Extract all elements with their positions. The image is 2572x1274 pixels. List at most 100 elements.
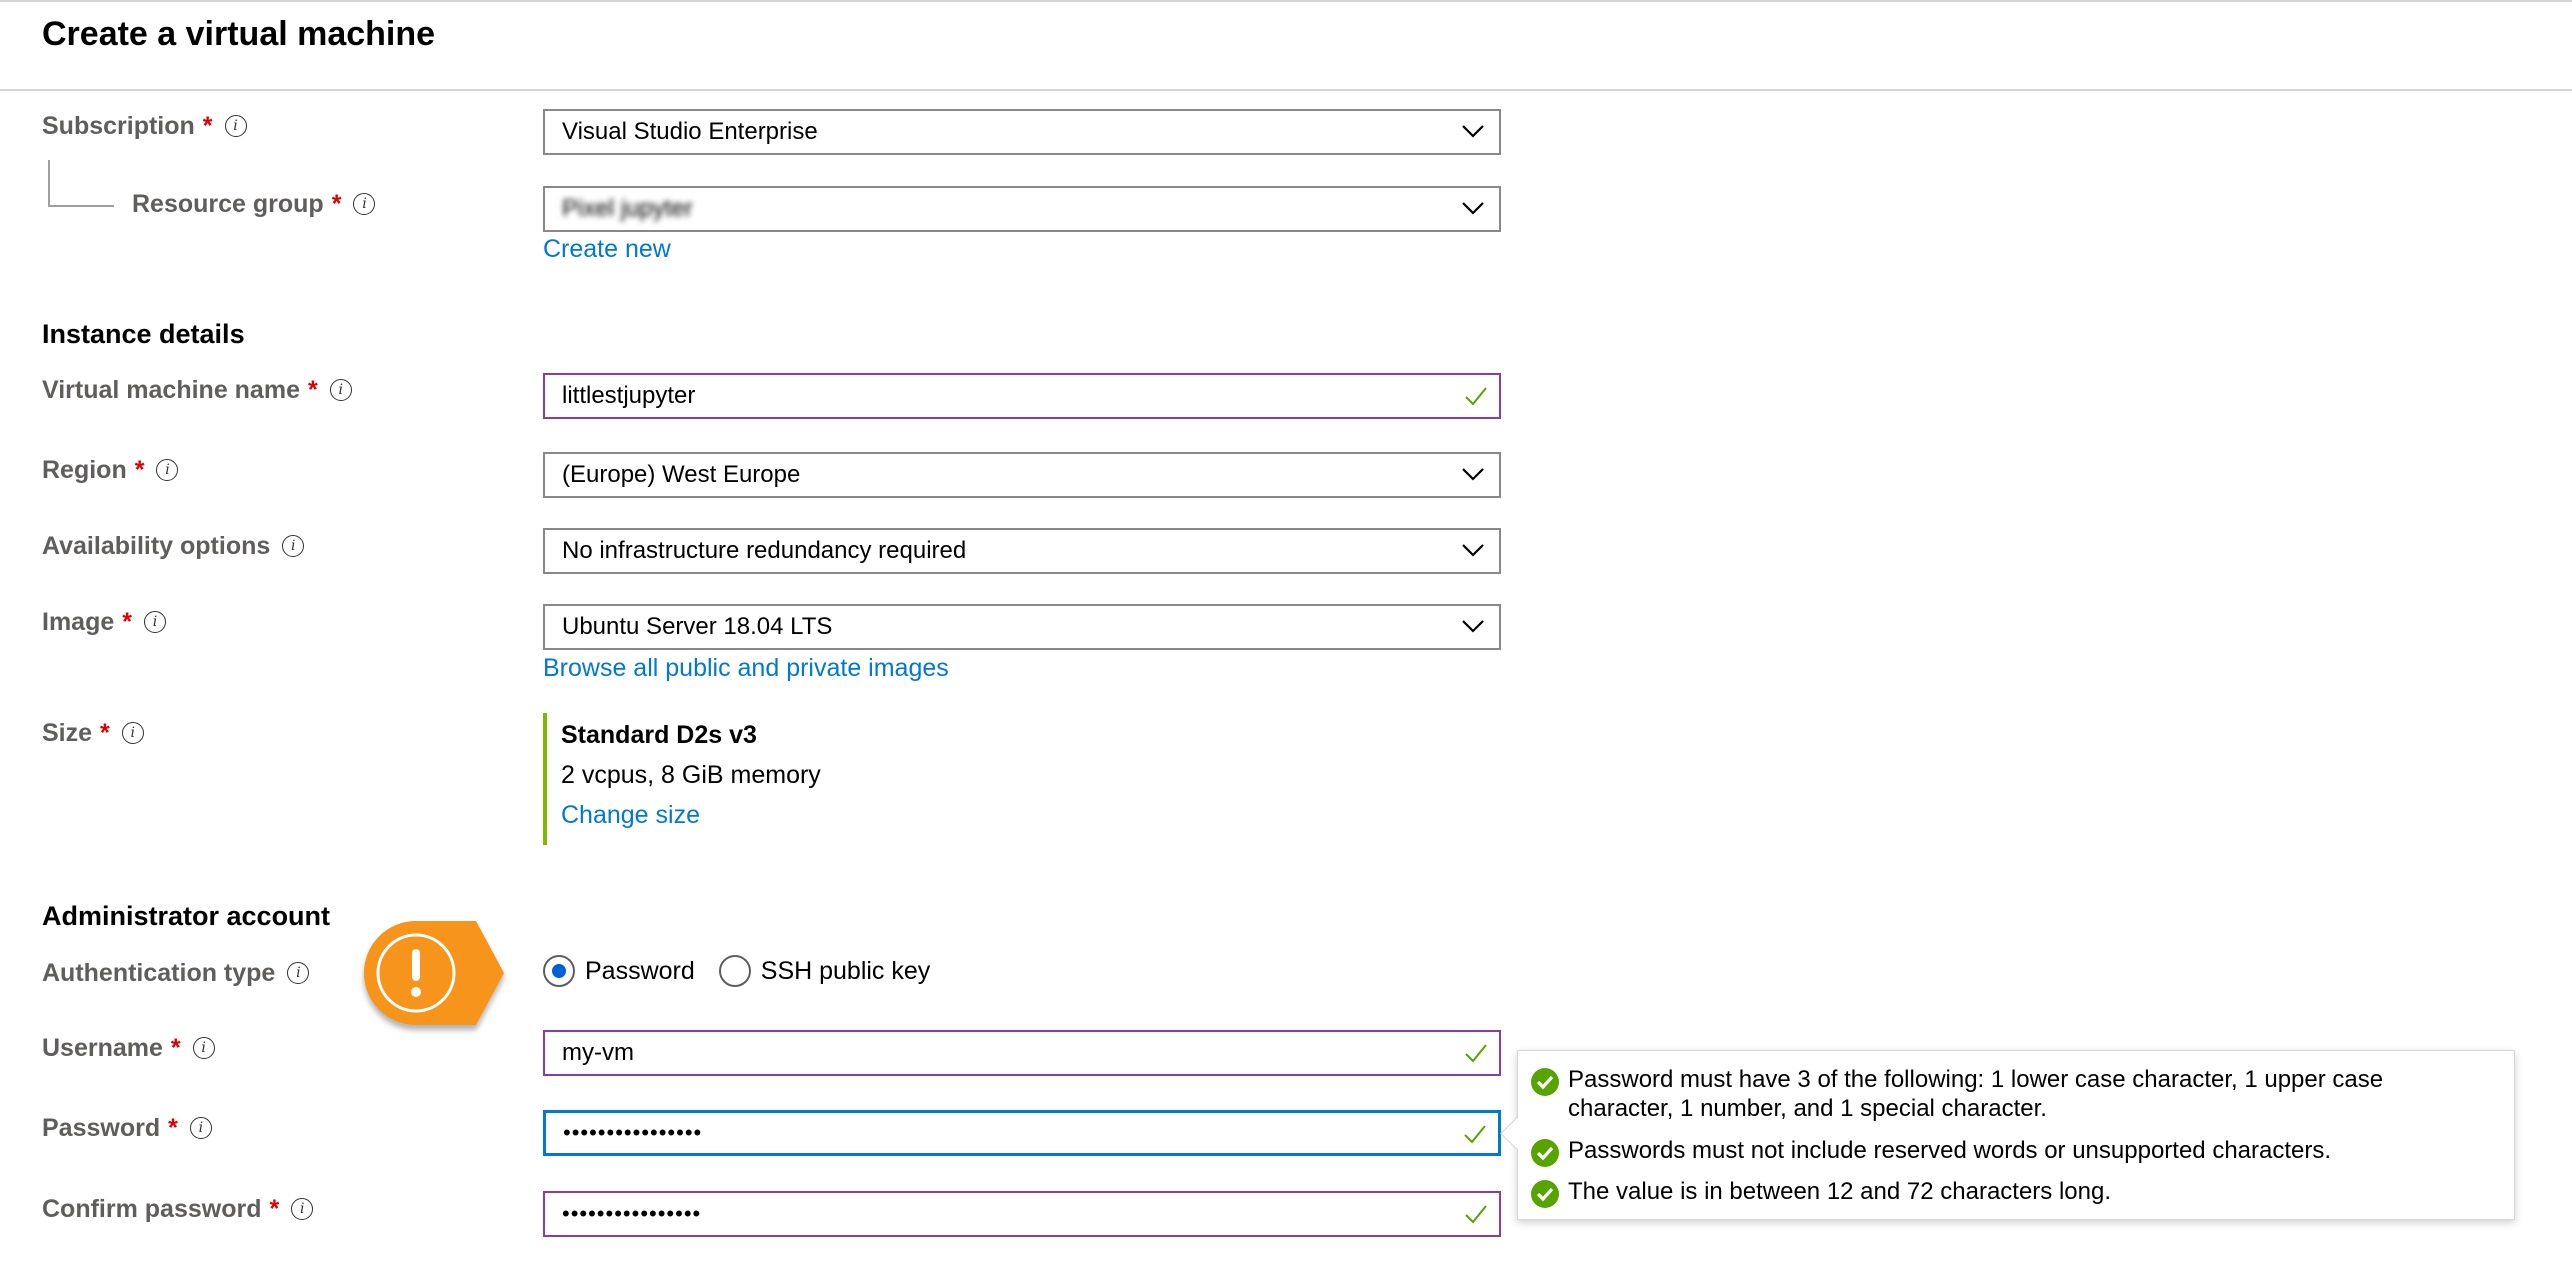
confirm-password-value: •••••••••••••••• xyxy=(562,1201,702,1226)
info-icon[interactable]: i xyxy=(156,459,179,481)
info-icon[interactable]: i xyxy=(282,535,305,557)
vm-name-label-text: Virtual machine name xyxy=(42,376,300,404)
tree-connector-horizontal xyxy=(48,205,114,207)
exclamation-icon xyxy=(412,949,420,981)
vm-size-summary: Standard D2s v3 2 vcpus, 8 GiB memory Ch… xyxy=(543,713,821,845)
image-dropdown[interactable]: Ubuntu Server 18.04 LTS xyxy=(543,604,1501,650)
radio-ssh-public-key[interactable] xyxy=(718,955,751,987)
info-icon[interactable]: i xyxy=(192,1037,215,1059)
change-size-link[interactable]: Change size xyxy=(561,795,821,835)
image-value: Ubuntu Server 18.04 LTS xyxy=(562,613,833,640)
admin-account-heading: Administrator account xyxy=(42,901,331,931)
password-label: Password * i xyxy=(42,1112,212,1144)
warning-callout xyxy=(364,921,504,1025)
vm-name-input[interactable]: littlestjupyter xyxy=(543,373,1501,419)
browse-images-link[interactable]: Browse all public and private images xyxy=(543,652,949,684)
confirm-password-label-text: Confirm password xyxy=(42,1195,262,1223)
size-label-text: Size xyxy=(42,719,93,747)
info-icon[interactable]: i xyxy=(189,1117,212,1139)
required-asterisk: * xyxy=(202,112,213,140)
subscription-label: Subscription * i xyxy=(42,110,247,142)
password-input[interactable]: •••••••••••••••• xyxy=(543,1110,1501,1156)
availability-label-text: Availability options xyxy=(42,532,271,560)
checkmark-icon xyxy=(1464,1125,1486,1144)
tooltip-caret xyxy=(1500,1117,1533,1150)
info-icon[interactable]: i xyxy=(121,722,144,744)
availability-label: Availability options i xyxy=(42,530,305,562)
password-rule: Passwords must not include reserved word… xyxy=(1530,1136,2468,1168)
availability-value: No infrastructure redundancy required xyxy=(562,537,967,564)
subscription-label-text: Subscription xyxy=(42,112,195,140)
checkmark-icon xyxy=(1465,1205,1487,1224)
region-dropdown[interactable]: (Europe) West Europe xyxy=(543,452,1501,498)
availability-dropdown[interactable]: No infrastructure redundancy required xyxy=(543,528,1501,574)
chevron-down-icon xyxy=(1462,202,1484,215)
size-name: Standard D2s v3 xyxy=(561,721,757,749)
auth-type-radio-group: Password SSH public key xyxy=(543,955,954,987)
username-input[interactable]: my-vm xyxy=(543,1030,1501,1076)
chevron-down-icon xyxy=(1462,544,1484,557)
image-label-text: Image xyxy=(42,608,115,636)
username-label: Username * i xyxy=(42,1032,215,1064)
info-icon[interactable]: i xyxy=(144,611,166,633)
check-circle-icon xyxy=(1531,1068,1559,1096)
password-rule-text: The value is in between 12 and 72 charac… xyxy=(1568,1178,2112,1205)
tree-connector-vertical xyxy=(48,160,50,206)
required-asterisk: * xyxy=(307,376,318,404)
subscription-dropdown[interactable]: Visual Studio Enterprise xyxy=(543,109,1501,155)
password-rule-text: Passwords must not include reserved word… xyxy=(1568,1137,2332,1164)
username-value: my-vm xyxy=(562,1039,634,1066)
auth-type-label: Authentication type i xyxy=(42,957,310,989)
info-icon[interactable]: i xyxy=(224,115,247,137)
password-rule-text: Password must have 3 of the following: 1… xyxy=(1568,1066,2384,1122)
chevron-down-icon xyxy=(1462,125,1484,138)
region-label-text: Region xyxy=(42,456,127,484)
page-title: Create a virtual machine xyxy=(42,15,436,53)
chevron-down-icon xyxy=(1462,620,1484,633)
vm-name-value: littlestjupyter xyxy=(562,382,696,409)
exclamation-dot xyxy=(411,987,421,997)
checkmark-icon xyxy=(1465,387,1487,406)
password-value: •••••••••••••••• xyxy=(563,1120,703,1145)
info-icon[interactable]: i xyxy=(329,379,352,401)
check-circle-icon xyxy=(1531,1180,1559,1208)
required-asterisk: * xyxy=(100,719,110,747)
vm-name-label: Virtual machine name * i xyxy=(42,374,352,406)
create-new-resource-group-link[interactable]: Create new xyxy=(543,233,671,265)
checkmark-icon xyxy=(1465,1044,1487,1063)
password-rule: The value is in between 12 and 72 charac… xyxy=(1530,1177,2468,1209)
image-label: Image * i xyxy=(42,606,166,638)
info-icon[interactable]: i xyxy=(287,962,310,984)
required-asterisk: * xyxy=(331,190,342,218)
resource-group-dropdown[interactable]: Pixel jupyter xyxy=(543,186,1501,232)
radio-password[interactable] xyxy=(543,955,575,987)
size-spec: 2 vcpus, 8 GiB memory xyxy=(561,761,821,789)
password-rules-tooltip: Password must have 3 of the following: 1… xyxy=(1500,1050,2515,1220)
info-icon[interactable]: i xyxy=(291,1198,314,1220)
required-asterisk: * xyxy=(168,1114,178,1142)
required-asterisk: * xyxy=(170,1034,181,1062)
region-label: Region * i xyxy=(42,454,179,486)
radio-password-label[interactable]: Password xyxy=(585,957,695,986)
required-asterisk: * xyxy=(269,1195,280,1223)
password-label-text: Password xyxy=(42,1114,161,1142)
instance-details-heading: Instance details xyxy=(42,319,245,349)
username-label-text: Username xyxy=(42,1034,163,1062)
confirm-password-label: Confirm password * i xyxy=(42,1193,314,1225)
top-border xyxy=(0,0,2572,2)
required-asterisk: * xyxy=(134,456,145,484)
resource-group-label-text: Resource group xyxy=(132,190,324,218)
required-asterisk: * xyxy=(122,608,132,636)
confirm-password-input[interactable]: •••••••••••••••• xyxy=(543,1191,1501,1237)
check-circle-icon xyxy=(1531,1139,1559,1167)
resource-group-label: Resource group * i xyxy=(132,188,376,220)
chevron-down-icon xyxy=(1462,468,1484,481)
size-label: Size * i xyxy=(42,717,144,749)
info-icon[interactable]: i xyxy=(353,193,376,215)
password-rule: Password must have 3 of the following: 1… xyxy=(1530,1065,2468,1123)
radio-ssh-label[interactable]: SSH public key xyxy=(761,957,931,986)
header-divider xyxy=(0,89,2572,91)
auth-type-label-text: Authentication type xyxy=(42,959,276,987)
subscription-value: Visual Studio Enterprise xyxy=(562,118,818,145)
resource-group-value-redacted: Pixel jupyter xyxy=(562,195,693,222)
